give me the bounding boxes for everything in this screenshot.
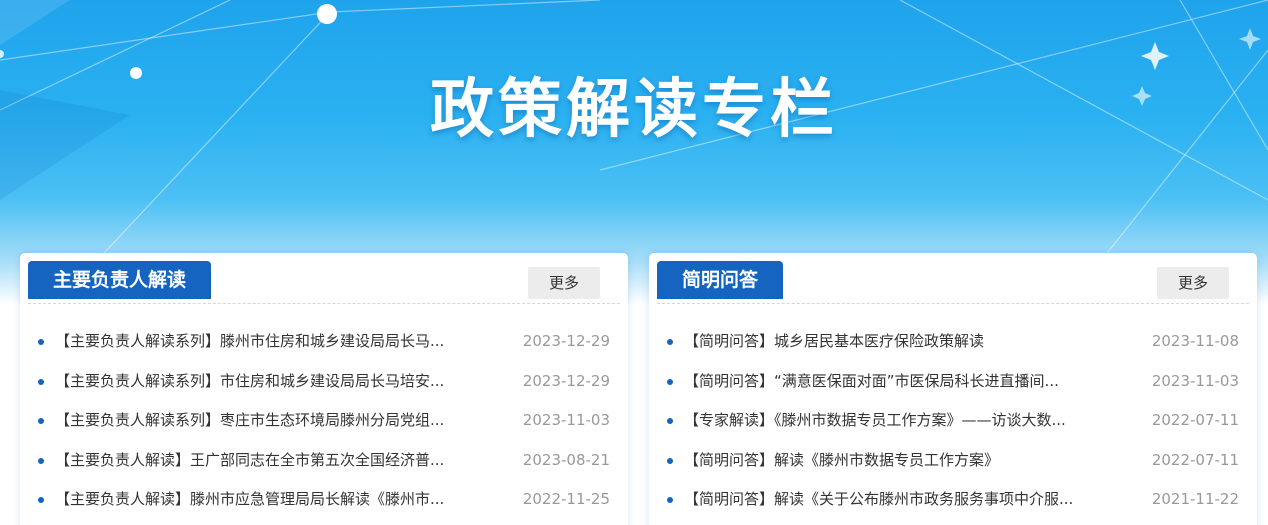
list-item: 【专家解读】《滕州市数据专员工作方案》——访谈大数... 2022-07-11 <box>665 401 1239 441</box>
article-date: 2023-11-03 <box>522 411 610 429</box>
list-item: 【简明问答】解读《滕州市数据专员工作方案》 2022-07-11 <box>665 441 1239 481</box>
article-date: 2023-08-21 <box>522 450 610 469</box>
panel-title-tag[interactable]: 主要负责人解读 <box>28 261 212 299</box>
article-date: 2023-12-29 <box>522 332 610 350</box>
article-link[interactable]: 【主要负责人解读】王广部同志在全市第五次全国经济普... <box>55 441 487 481</box>
article-link[interactable]: 【主要负责人解读系列】滕州市住房和城乡建设局局长马... <box>55 322 487 362</box>
panel-title-tag[interactable]: 简明问答 <box>657 261 784 299</box>
list-item: 【主要负责人解读】王广部同志在全市第五次全国经济普... 2023-08-21 <box>36 441 610 481</box>
article-date: 2022-07-11 <box>1151 450 1239 469</box>
bullet-dot-icon <box>667 497 673 503</box>
article-link[interactable]: 【主要负责人解读系列】枣庄市生态环境局滕州分局党组... <box>55 401 487 441</box>
article-list: 【主要负责人解读系列】滕州市住房和城乡建设局局长马... 2023-12-29 … <box>20 322 628 520</box>
article-link[interactable]: 【简明问答】“满意医保面对面”市医保局科长进直播间... <box>684 362 1116 402</box>
article-date: 2021-11-22 <box>1151 490 1239 508</box>
article-link[interactable]: 【主要负责人解读系列】市住房和城乡建设局局长马培安... <box>55 362 487 402</box>
article-date: 2023-11-03 <box>1151 371 1239 390</box>
bullet-dot-icon <box>38 457 44 464</box>
article-link[interactable]: 【简明问答】解读《关于公布滕州市政务服务事项中介服... <box>684 480 1116 520</box>
article-date: 2022-07-11 <box>1151 411 1239 429</box>
bullet-dot-icon <box>38 497 44 503</box>
page: 政策解读专栏 主要负责人解读 更多 【主要负责人解读系列】滕州市住房和城乡建设局… <box>0 0 1268 525</box>
bullet-dot-icon <box>667 339 673 345</box>
more-button[interactable]: 更多 <box>528 267 600 299</box>
bullet-dot-icon <box>38 378 44 385</box>
article-link[interactable]: 【简明问答】解读《滕州市数据专员工作方案》 <box>684 441 1116 481</box>
article-link[interactable]: 【简明问答】城乡居民基本医疗保险政策解读 <box>684 322 1116 362</box>
bullet-dot-icon <box>667 378 673 385</box>
list-item: 【简明问答】“满意医保面对面”市医保局科长进直播间... 2023-11-03 <box>665 362 1239 402</box>
list-item: 【主要负责人解读系列】滕州市住房和城乡建设局局长马... 2023-12-29 <box>36 322 610 362</box>
panel-leader-interpretation: 主要负责人解读 更多 【主要负责人解读系列】滕州市住房和城乡建设局局长马... … <box>20 253 628 525</box>
list-item: 【主要负责人解读】滕州市应急管理局局长解读《滕州市... 2022-11-25 <box>36 480 610 520</box>
bullet-dot-icon <box>667 457 673 464</box>
more-button[interactable]: 更多 <box>1157 267 1229 299</box>
panel-header: 简明问答 更多 <box>657 253 1249 304</box>
list-item: 【简明问答】解读《关于公布滕州市政务服务事项中介服... 2021-11-22 <box>665 480 1239 520</box>
article-list: 【简明问答】城乡居民基本医疗保险政策解读 2023-11-08 【简明问答】“满… <box>649 322 1257 520</box>
article-date: 2022-11-25 <box>522 490 610 508</box>
bullet-dot-icon <box>38 418 44 424</box>
panel-header: 主要负责人解读 更多 <box>28 253 620 304</box>
panel-brief-qa: 简明问答 更多 【简明问答】城乡居民基本医疗保险政策解读 2023-11-08 … <box>649 253 1257 525</box>
list-item: 【简明问答】城乡居民基本医疗保险政策解读 2023-11-08 <box>665 322 1239 362</box>
bullet-dot-icon <box>667 418 673 424</box>
article-date: 2023-12-29 <box>522 371 610 390</box>
article-link[interactable]: 【专家解读】《滕州市数据专员工作方案》——访谈大数... <box>684 401 1116 441</box>
list-item: 【主要负责人解读系列】市住房和城乡建设局局长马培安... 2023-12-29 <box>36 362 610 402</box>
article-link[interactable]: 【主要负责人解读】滕州市应急管理局局长解读《滕州市... <box>55 480 487 520</box>
page-title: 政策解读专栏 <box>430 73 838 147</box>
bullet-dot-icon <box>38 339 44 345</box>
article-date: 2023-11-08 <box>1151 332 1239 350</box>
list-item: 【主要负责人解读系列】枣庄市生态环境局滕州分局党组... 2023-11-03 <box>36 401 610 441</box>
